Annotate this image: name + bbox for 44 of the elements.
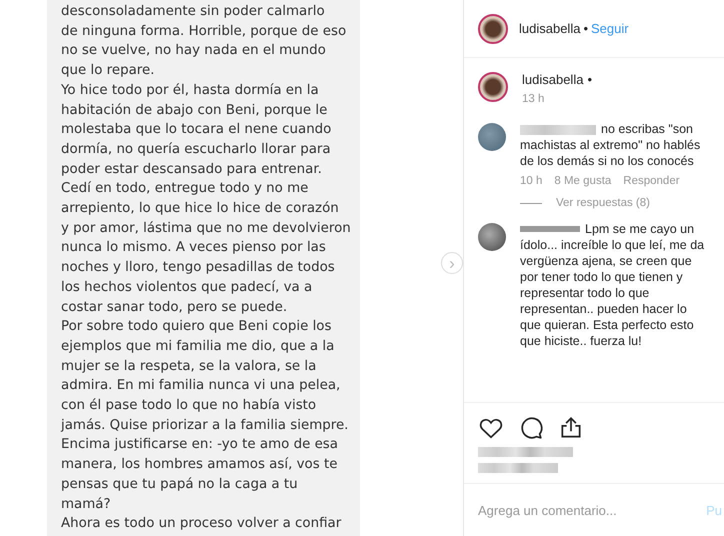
text-line: pensas que tu papá no la caga a tu (61, 476, 299, 494)
text-line: arrepiento, lo que hice lo hice de corazón (61, 200, 340, 218)
text-line: Cedí en todo, entregue todo y no me (61, 180, 310, 198)
text-line: molestaba que lo tocara el nene cuando (61, 121, 332, 140)
follow-link[interactable]: Seguir (591, 21, 629, 36)
text-line: jamás. Quise priorizar a la familia siempre. (61, 416, 350, 435)
text-line: mujer se la respeta, se la valora, se la (61, 358, 318, 376)
timestamp: 10 h (520, 175, 542, 187)
next-button[interactable]: › (441, 252, 463, 274)
text-line: mamá? (61, 496, 112, 514)
comment-text: Lpm se me cayo un ídolo... increíble lo que leí, me da vergüenza ajena, se creen que por tener todo lo que tienen y representar todo lo que representan.. pueden hacer lo que quieran. Esta perfecto esto que hiciste.. fuerza lu! (520, 221, 706, 349)
text-line: poder estar descansado para entrenar. (61, 160, 323, 179)
separator-dot: • (587, 72, 592, 87)
text-line: manera, los hombres amamos así, vos te (61, 456, 338, 474)
separator-dot: • (583, 21, 588, 36)
text-line: de ninguna forma. Horrible, porque de eso (61, 22, 348, 41)
text-line: Ahora es todo un proceso volver a confiar (61, 515, 342, 534)
text-line: nunca lo mismo. A veces pienso por las (61, 239, 327, 258)
text-line: y por amor, lástima que no me devolvieron (61, 220, 352, 238)
avatar[interactable] (478, 123, 506, 151)
text-line: dormía, no quería escucharlo llorar para (61, 140, 332, 159)
comment-text: no escribas "son machistas al extremo" no hablés de los demás si no los conocés (520, 121, 702, 169)
text-line: desconsoladamente sin poder calmarlo (61, 3, 326, 21)
username[interactable]: ludisabella (522, 72, 584, 87)
avatar[interactable] (478, 72, 508, 102)
username[interactable]: ludisabella (519, 21, 580, 36)
text-line: no se vuelve, no hay nada en el mundo (61, 42, 327, 60)
avatar[interactable] (478, 14, 508, 44)
text-line: los hechos violentos que padecí, va a (61, 278, 314, 297)
view-replies-link[interactable]: Ver respuestas (8) (556, 197, 650, 209)
text-line: habitación de abajo con Beni, porque le (61, 102, 328, 120)
text-line: Por sobre todo quiero que Beni copie los (61, 318, 332, 336)
text-line: ejemplos que mi familia me dio, que a la (61, 338, 336, 356)
likes-link[interactable]: 8 Me gusta (554, 175, 612, 187)
timestamp: 13 h (522, 93, 546, 105)
text-line: admira. En mi familia nunca vi una pelea, (61, 377, 342, 396)
text-line: noches y lloro, tengo pesadillas de todos (61, 259, 336, 278)
text-line: costar sanar todo, pero se puede. (61, 298, 288, 317)
text-line: con él pase todo lo que no había visto (61, 397, 318, 416)
reply-link[interactable]: Responder (623, 175, 680, 187)
avatar[interactable] (478, 223, 506, 251)
text-line: Yo hice todo por él, hasta dormía en la (61, 82, 320, 100)
text-line: Encima justificarse en: -yo te amo de esa (61, 436, 339, 454)
text-line: que lo repare. (61, 62, 156, 80)
